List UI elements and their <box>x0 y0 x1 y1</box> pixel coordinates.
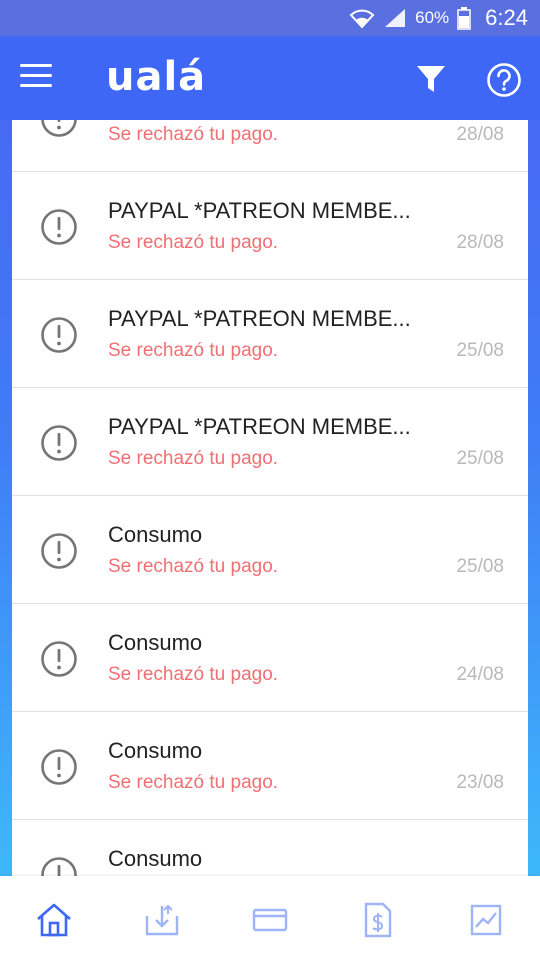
transaction-row[interactable]: PAYPAL *PATREON MEMBE... Se rechazó tu p… <box>12 388 528 496</box>
transaction-row[interactable]: PAYPAL *PATREON MEMBE... Se rechazó tu p… <box>12 280 528 388</box>
alert-icon <box>40 640 78 678</box>
transaction-row[interactable]: PAYPAL *PATREON MEMBE... Se rechazó tu p… <box>12 172 528 280</box>
menu-icon[interactable] <box>20 64 52 92</box>
transaction-date: 25/08 <box>456 448 504 469</box>
app-header: ualá <box>0 36 540 120</box>
alert-icon <box>40 424 78 462</box>
transaction-status: Se rechazó tu pago. <box>108 232 279 253</box>
battery-icon <box>457 6 471 30</box>
transaction-date: 23/08 <box>456 772 504 793</box>
alert-icon <box>40 532 78 570</box>
transaction-merchant: Consumo <box>108 630 203 655</box>
transaction-merchant: Consumo <box>108 522 203 547</box>
transactions-list[interactable]: Se rechazó tu pago. 28/08 PAYPAL *PATREO… <box>12 120 528 876</box>
transaction-row[interactable]: Consumo Se rechazó tu pago. 25/08 <box>12 496 528 604</box>
transaction-merchant: Consumo <box>108 738 203 763</box>
transaction-merchant: PAYPAL *PATREON MEMBE... <box>108 414 411 439</box>
transaction-date: 24/08 <box>456 664 504 685</box>
transaction-date: 25/08 <box>456 340 504 361</box>
investments-icon[interactable] <box>466 900 506 940</box>
invoice-icon[interactable] <box>358 900 398 940</box>
card-icon[interactable] <box>250 900 290 940</box>
transaction-status: Se rechazó tu pago. <box>108 664 279 685</box>
home-icon[interactable] <box>34 900 74 940</box>
alert-icon <box>40 120 78 138</box>
transaction-row[interactable]: Consumo <box>12 820 528 876</box>
transaction-row[interactable]: Consumo Se rechazó tu pago. 23/08 <box>12 712 528 820</box>
alert-icon <box>40 208 78 246</box>
transaction-status: Se rechazó tu pago. <box>108 124 279 145</box>
transaction-merchant: PAYPAL *PATREON MEMBE... <box>108 198 411 223</box>
app-logo: ualá <box>106 54 207 100</box>
transfer-icon[interactable] <box>142 900 182 940</box>
transaction-date: 28/08 <box>456 232 504 253</box>
filter-icon[interactable] <box>414 62 448 96</box>
status-bar: 60% 6:24 <box>0 0 540 36</box>
help-icon[interactable] <box>486 62 522 98</box>
signal-icon <box>383 7 407 29</box>
transaction-status: Se rechazó tu pago. <box>108 340 279 361</box>
battery-percent: 60% <box>415 8 450 27</box>
clock: 6:24 <box>485 5 528 30</box>
transaction-status: Se rechazó tu pago. <box>108 772 279 793</box>
transaction-merchant: PAYPAL *PATREON MEMBE... <box>108 306 411 331</box>
alert-icon <box>40 748 78 786</box>
transaction-status: Se rechazó tu pago. <box>108 556 279 577</box>
wifi-icon <box>349 7 375 29</box>
transaction-date: 25/08 <box>456 556 504 577</box>
transaction-merchant: Consumo <box>108 846 203 871</box>
transaction-row[interactable]: Se rechazó tu pago. 28/08 <box>12 120 528 172</box>
transaction-date: 28/08 <box>456 124 504 145</box>
alert-icon <box>40 316 78 354</box>
alert-icon <box>40 856 78 876</box>
transaction-status: Se rechazó tu pago. <box>108 448 279 469</box>
bottom-navigation <box>0 876 540 960</box>
transaction-row[interactable]: Consumo Se rechazó tu pago. 24/08 <box>12 604 528 712</box>
